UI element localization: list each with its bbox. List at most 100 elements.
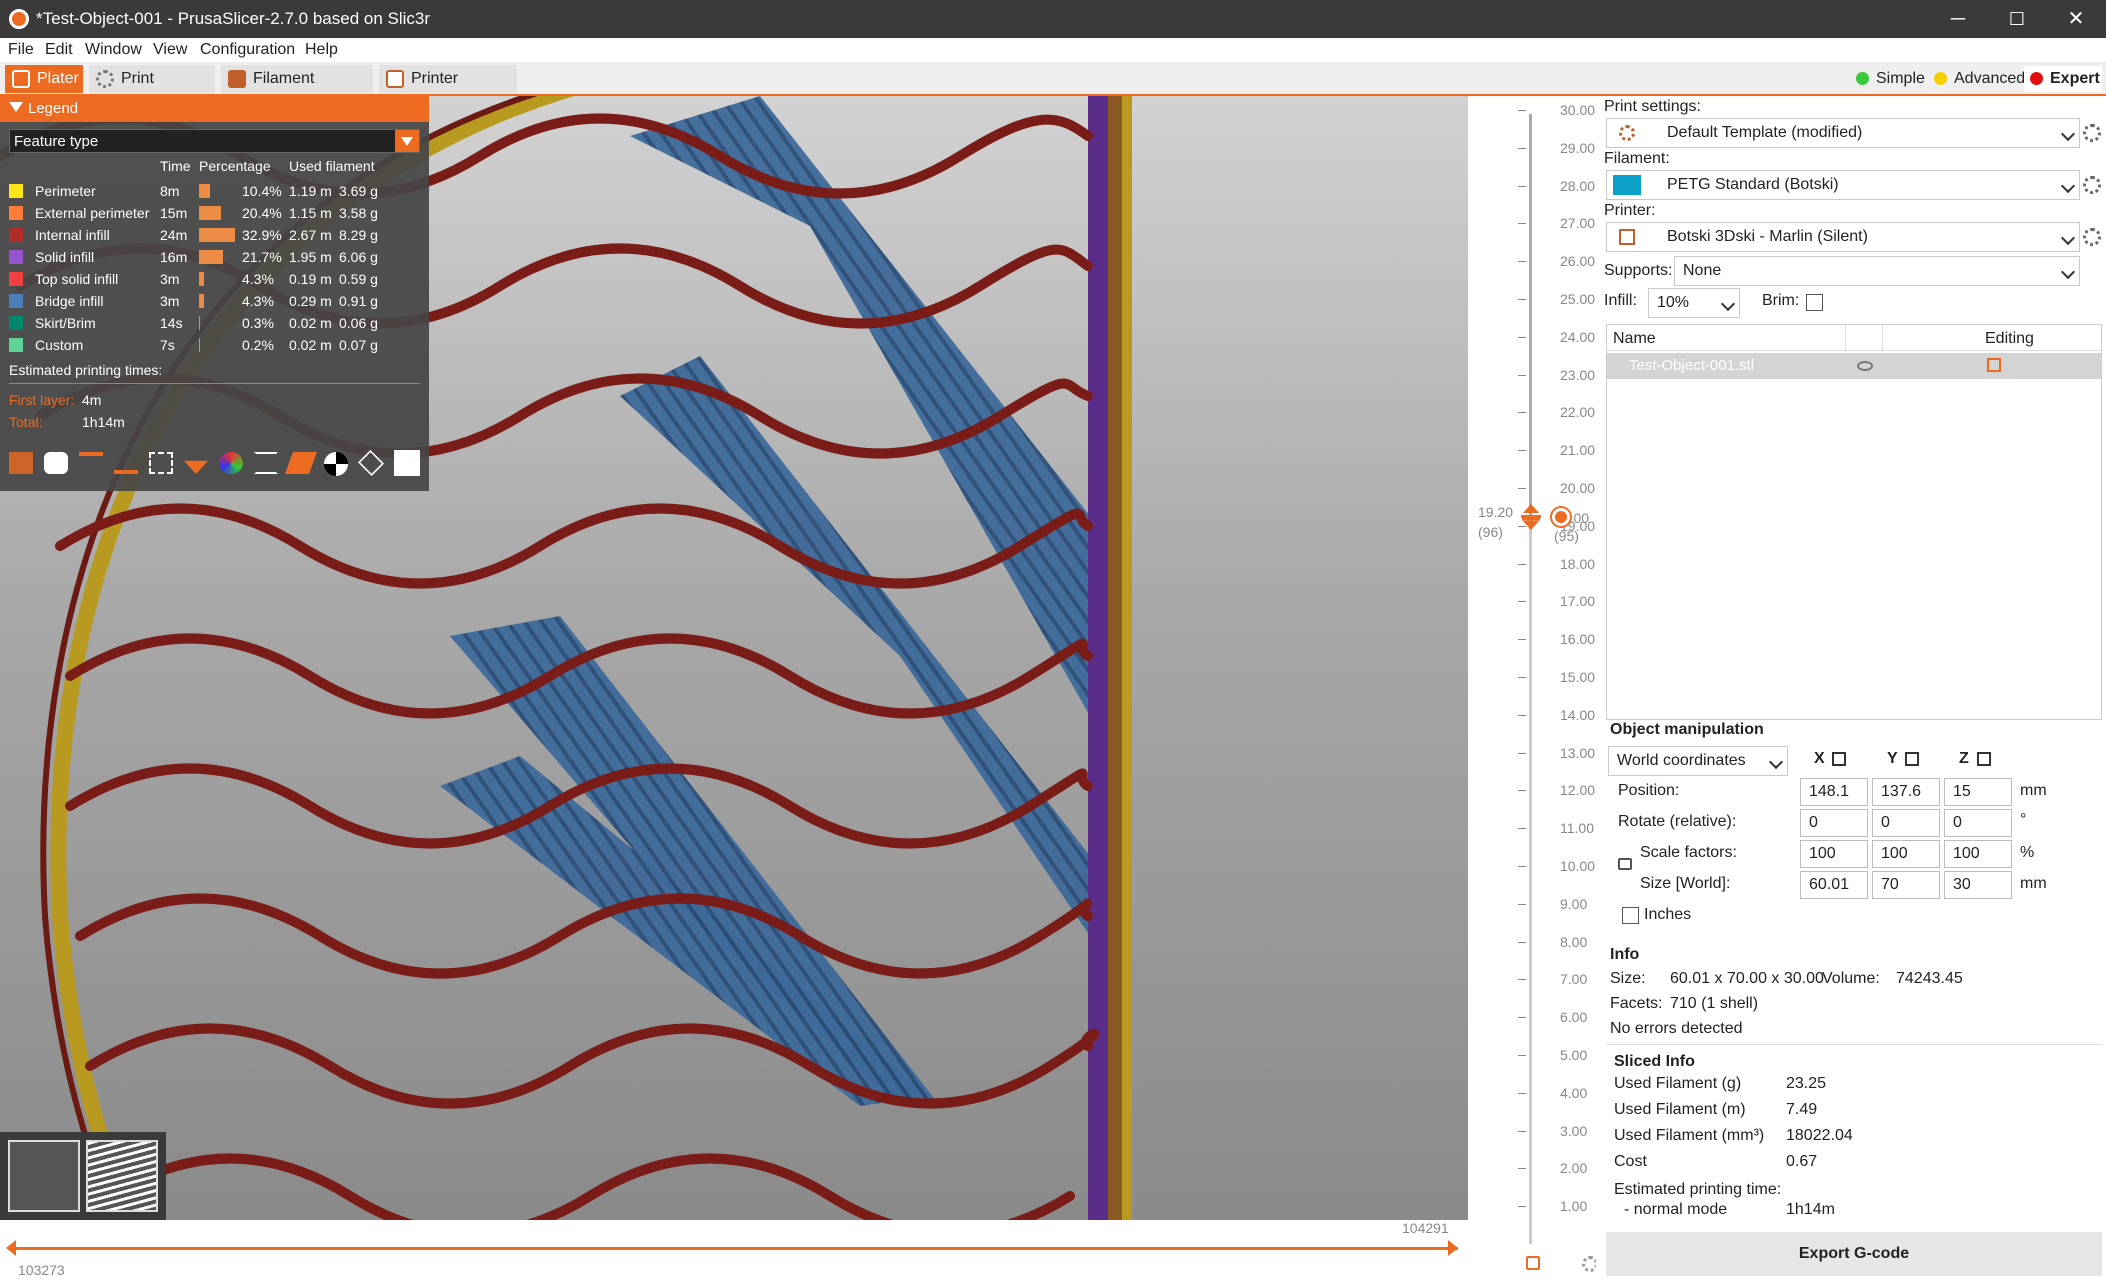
retractions-icon[interactable] <box>79 452 103 474</box>
legend-row[interactable]: External perimeter 15m 20.4% 1.15 m 3.58 g <box>9 203 429 223</box>
layer-slider[interactable]: 30.00 29.00 28.00 27.00 26.00 25.00 24.00 23.00… <box>1468 96 1598 1280</box>
col-name[interactable]: Name <box>1613 330 1656 348</box>
printer-combo[interactable]: Botski 3Dski - Marlin (Silent) <box>1606 222 2080 252</box>
menu-configuration[interactable]: Configuration <box>200 41 295 59</box>
shells-icon[interactable] <box>357 449 385 477</box>
filament-color-swatch[interactable] <box>1613 175 1641 195</box>
tick-label: 12.00 <box>1560 782 1596 799</box>
lock-icon[interactable] <box>1618 858 1632 870</box>
mode-simple-button[interactable]: Simple <box>1850 66 1925 92</box>
tool-marker-icon[interactable] <box>394 450 420 476</box>
tick-mark <box>1518 336 1526 338</box>
rotate-z-field[interactable]: 0 <box>1944 809 2012 837</box>
unlock-icon[interactable] <box>1526 1256 1540 1270</box>
wipe-icon[interactable] <box>44 452 68 474</box>
3d-view-icon[interactable] <box>8 1140 80 1212</box>
infill-combo[interactable]: 10% <box>1648 288 1740 318</box>
position-z-field[interactable]: 15 <box>1944 778 2012 806</box>
rotate-x-field[interactable]: 0 <box>1800 809 1868 837</box>
print-profile-icon <box>1619 125 1635 141</box>
center-of-gravity-icon[interactable] <box>324 452 348 476</box>
edit-icon[interactable] <box>1987 358 2001 372</box>
menu-view[interactable]: View <box>153 41 187 59</box>
coordinates-combo[interactable]: World coordinates <box>1608 746 1788 776</box>
legend-row[interactable]: Top solid infill 3m 4.3% 0.19 m 0.59 g <box>9 269 429 289</box>
position-x-field[interactable]: 148.1 <box>1800 778 1868 806</box>
size-y-field[interactable]: 70 <box>1872 871 1940 899</box>
travel-icon[interactable] <box>9 452 33 474</box>
filament-combo[interactable]: PETG Standard (Botski) <box>1606 170 2080 200</box>
supports-combo[interactable]: None <box>1674 256 2080 286</box>
legend-row[interactable]: Internal infill 24m 32.9% 2.67 m 8.29 g <box>9 225 429 245</box>
legend-row[interactable]: Bridge infill 3m 4.3% 0.29 m 0.91 g <box>9 291 429 311</box>
view-type-combo[interactable]: Feature type <box>9 129 420 153</box>
scale-x-field[interactable]: 100 <box>1800 840 1868 868</box>
legend-row[interactable]: Solid infill 16m 21.7% 1.95 m 6.06 g <box>9 247 429 267</box>
size-unit: mm <box>2020 875 2047 892</box>
tick-mark <box>1518 941 1526 943</box>
position-y-field[interactable]: 137.6 <box>1872 778 1940 806</box>
tab-plater[interactable]: Plater <box>5 65 83 93</box>
menu-file[interactable]: File <box>8 41 34 59</box>
print-settings-combo[interactable]: Default Template (modified) <box>1606 118 2080 148</box>
total-value: 1h14m <box>82 414 125 430</box>
size-x-field[interactable]: 60.01 <box>1800 871 1868 899</box>
legend-row[interactable]: Perimeter 8m 10.4% 1.19 m 3.69 g <box>9 181 429 201</box>
legend-row[interactable]: Skirt/Brim 14s 0.3% 0.02 m 0.06 g <box>9 313 429 333</box>
rotate-y-field[interactable]: 0 <box>1872 809 1940 837</box>
minimize-button[interactable]: ─ <box>1929 0 1987 38</box>
thumb-handle-icon[interactable] <box>1521 504 1541 532</box>
deretractions-icon[interactable] <box>114 452 138 474</box>
tick-label: 26.00 <box>1560 253 1596 270</box>
export-gcode-button[interactable]: Export G-code <box>1606 1232 2102 1276</box>
drop-to-bed-y-icon[interactable] <box>1905 752 1919 766</box>
close-button[interactable]: ✕ <box>2047 0 2105 38</box>
col-editing[interactable]: Editing <box>1985 330 2034 348</box>
object-row[interactable]: Test-Object-001.stl <box>1607 353 2101 379</box>
tick-label: 8.00 <box>1560 933 1588 950</box>
scale-label: Scale factors: <box>1640 844 1737 861</box>
menu-window[interactable]: Window <box>85 41 142 59</box>
tab-print-settings[interactable]: Print Settings <box>89 65 215 115</box>
object-list[interactable]: Name Editing Test-Object-001.stl <box>1606 324 2102 720</box>
add-color-change-icon[interactable] <box>1552 508 1570 526</box>
mode-expert-button[interactable]: Expert <box>2024 66 2102 92</box>
inches-checkbox[interactable] <box>1622 907 1639 924</box>
pause-icon[interactable] <box>254 452 278 474</box>
drop-to-bed-x-icon[interactable] <box>1832 752 1846 766</box>
sliced-info-value: 18022.04 <box>1786 1127 1853 1144</box>
horizontal-slider[interactable]: 104291 103273 <box>0 1220 1468 1280</box>
legend-header[interactable]: Legend <box>0 96 429 122</box>
tool-changes-icon[interactable] <box>184 460 208 474</box>
tick-label: 27.00 <box>1560 215 1596 232</box>
drop-to-bed-z-icon[interactable] <box>1977 752 1991 766</box>
mode-advanced-button[interactable]: Advanced <box>1928 66 2025 92</box>
menu-help[interactable]: Help <box>305 41 338 59</box>
eye-icon[interactable] <box>1857 361 1873 371</box>
brim-checkbox[interactable] <box>1806 294 1823 311</box>
layer-view-icon[interactable] <box>86 1140 158 1212</box>
filament-gear-icon[interactable] <box>2083 176 2101 194</box>
right-thumb-icon[interactable] <box>1448 1240 1458 1256</box>
tick-mark <box>1518 488 1526 489</box>
legend-row[interactable]: Custom 7s 0.2% 0.02 m 0.07 g <box>9 335 429 355</box>
seams-icon[interactable] <box>149 452 173 474</box>
scale-z-field[interactable]: 100 <box>1944 840 2012 868</box>
tab-printer-settings[interactable]: Printer Settings <box>379 65 517 115</box>
scale-y-field[interactable]: 100 <box>1872 840 1940 868</box>
tab-filament-settings[interactable]: Filament Settings <box>221 65 373 115</box>
size-z-field[interactable]: 30 <box>1944 871 2012 899</box>
maximize-button[interactable]: ☐ <box>1988 0 2046 38</box>
menu-edit[interactable]: Edit <box>45 41 73 59</box>
custom-gcode-icon[interactable] <box>284 452 318 474</box>
tick-label: 29.00 <box>1560 139 1596 156</box>
scale-unit: % <box>2020 844 2035 861</box>
legend-bar <box>199 272 204 286</box>
chevron-down-icon <box>2060 126 2076 142</box>
left-thumb-icon[interactable] <box>6 1240 16 1256</box>
color-changes-icon[interactable] <box>219 452 243 474</box>
gear-icon <box>96 70 114 88</box>
printer-gear-icon[interactable] <box>2083 228 2101 246</box>
legend-bar <box>199 294 204 308</box>
print-settings-gear-icon[interactable] <box>2083 124 2101 142</box>
